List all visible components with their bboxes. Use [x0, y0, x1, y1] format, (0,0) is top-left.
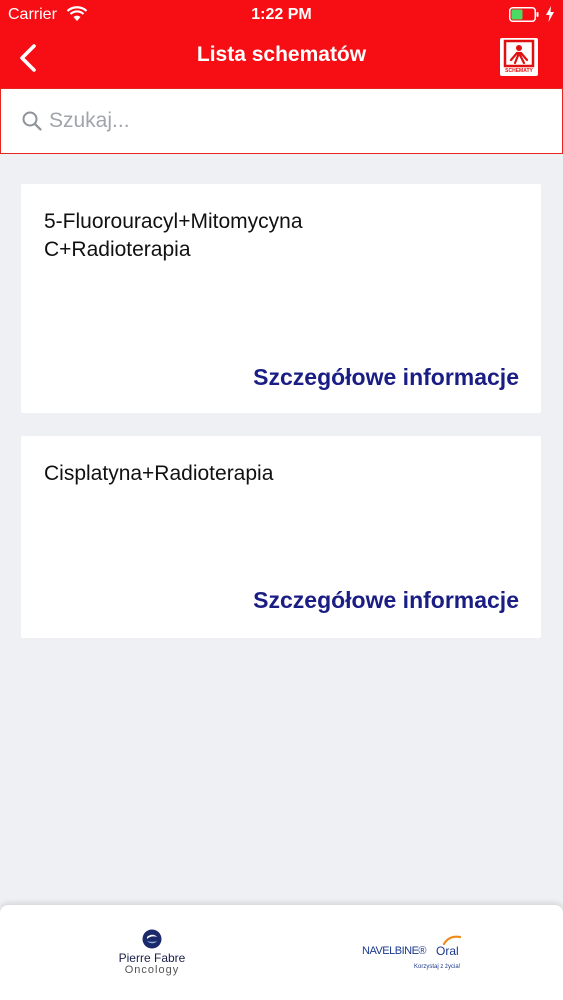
details-link[interactable]: Szczegółowe informacje [253, 364, 519, 391]
scheme-title: Cisplatyna+Radioterapia [44, 462, 274, 485]
sponsor-footer: Pierre Fabre Oncology NAVELBINE® Oral Ko… [0, 905, 563, 1000]
page-title: Lista schematów [196, 43, 367, 66]
navelbine-tagline: Korzystaj z życia! [414, 964, 461, 970]
scheme-card: Cisplatyna+Radioterapia Szczegółowe info… [21, 436, 541, 638]
schematy-logo-label: SCHEMATY [505, 68, 533, 74]
battery-icon [509, 7, 539, 22]
search-input[interactable] [49, 99, 539, 143]
charging-icon [546, 6, 554, 22]
scheme-card: 5-Fluorouracyl+Mitomycyna C+Radioterapia… [21, 184, 541, 413]
pierre-fabre-logo: Pierre Fabre Oncology [100, 929, 204, 981]
schematy-logo-icon [503, 39, 535, 68]
status-time: 1:22 PM [251, 6, 312, 23]
navelbine-name: NAVELBINE® [362, 945, 427, 957]
search-bar [0, 88, 563, 154]
pierre-fabre-sub: Oncology [124, 964, 180, 976]
pierre-fabre-emblem-icon [142, 929, 162, 949]
pierre-fabre-name: Pierre Fabre [118, 951, 186, 965]
navelbine-oral: Oral [436, 944, 459, 958]
schematy-logo-button[interactable]: SCHEMATY [500, 38, 538, 76]
details-link[interactable]: Szczegółowe informacje [253, 587, 519, 614]
scheme-title: 5-Fluorouracyl+Mitomycyna C+Radioterapia [44, 210, 303, 261]
nav-bar: Carrier 1:22 PM Lista schematów SCHEMATY [0, 0, 563, 88]
navelbine-logo: NAVELBINE® Oral Korzystaj z życia! [362, 935, 472, 979]
search-icon [22, 111, 42, 131]
status-bar: Carrier 1:22 PM [0, 0, 563, 30]
